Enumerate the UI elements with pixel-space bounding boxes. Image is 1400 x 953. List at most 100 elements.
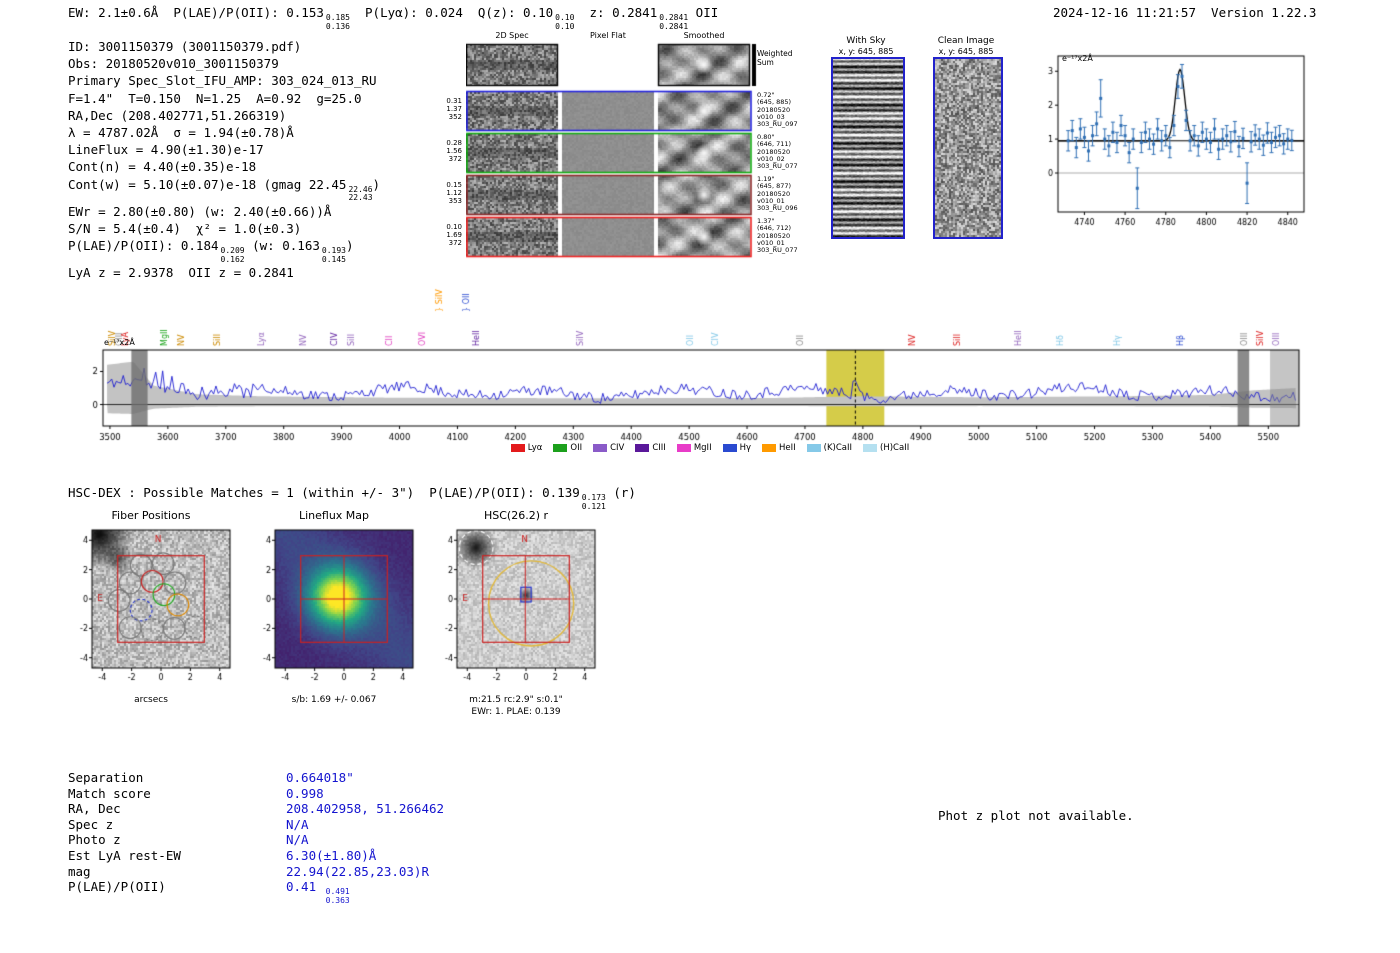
hsc-mag-caption: m:21.5 rc:2.9" s:0.1" [469,695,563,705]
text-segment: N/A [286,816,309,832]
with-sky-title: With Sky [846,36,886,46]
stacked-uncertainty: 0.209 0.162 [221,247,245,264]
spec2d-row-label: 0.10 1.69 372 [438,223,462,248]
zoom-spectrum-plot [1032,44,1314,236]
text-segment: P(Lyα): 0.024 Q(z): 0.10 [349,5,554,20]
legend-label: Hγ [739,443,751,453]
legend-item: Lyα [510,443,542,453]
match-field-label: P(LAE)/P(OII) [68,879,166,895]
text-segment: ID: 3001150379 (3001150379.pdf) [68,39,302,54]
text-segment: Primary Spec_Slot_IFU_AMP: 303_024_013_R… [68,73,377,89]
info-line: F=1.4" T=0.150 N=1.25 A=0.92 g=25.0 [68,90,380,107]
legend-swatch [863,444,878,452]
uncertainty-low: 0.2841 [659,21,689,31]
header-summary: EW: 2.1±0.6Å P(LAE)/P(OII): 0.153 0.185 0.… [68,5,718,31]
match-field-label: Photo z [68,832,121,848]
match-field-value: 0.41 0.491 0.363 [286,879,350,905]
match-table-row: Photo z N/A [68,832,444,848]
legend-item: CIII [635,443,666,453]
match-field-value: 208.402958, 51.266462 [286,801,444,817]
match-field-label: mag [68,863,91,879]
fiber-positions-plot [62,524,240,692]
spec2d-row-label-line: 1.69 [446,231,462,240]
text-segment: 6.30(±1.80)Å [286,847,377,863]
match-table-row: Est LyA rest-EW 6.30(±1.80)Å [68,848,444,864]
text-segment: 208.402958, 51.266462 [286,801,445,817]
spec2d-row-label-line: 1.12 [446,189,462,198]
lineflux-sb-caption: s/b: 1.69 +/- 0.067 [291,695,377,705]
full-flux-units-label: e⁻¹⁷x2Å [104,338,135,347]
clean-image-title: Clean Image [937,36,995,46]
match-table-row: Match score 0.998 [68,786,444,802]
hsc-r-plot [427,524,605,692]
legend-item: OII [553,443,582,453]
spec2d-row-label-line: 0.15 [446,181,462,189]
text-segment: 0.998 [286,785,324,801]
spec2d-row-label: 0.28 1.56 372 [438,139,462,164]
clean-image-coords: x, y: 645, 885 [938,47,994,56]
header-timestamp: 2024-12-16 11:21:57 Version 1.22.3 [1053,5,1317,20]
spec2d-row-note: 1.37" (646, 712) 20180520 v010_01 303_RU_077 [757,217,807,254]
spec2d-row-note: 0.80" (646, 711) 20180520 v010_02 303_RU_077 [757,133,807,170]
spec2d-row-label-line: 372 [448,155,462,164]
spec2d-col-title-2dspec: 2D Spec [495,31,529,40]
info-line: LineFlux = 4.90(±1.30)e-17 [68,141,380,158]
text-segment: EWr = 2.80(±0.80) (w: 2.40(±0.66))Å [68,203,332,219]
stacked-uncertainty: 0.185 0.136 [325,13,350,31]
legend-item: CIV [593,443,624,453]
stacked-uncertainty: 22.46 22.43 [348,185,372,203]
text-segment: P(LAE)/P(OII): 0.184 [68,238,219,254]
text-segment: ) [372,176,381,192]
uncertainty-low: 0.10 [555,21,575,31]
match-field-label: Match score [68,785,151,801]
elixer-report-page: EW: 2.1±0.6Å P(LAE)/P(OII): 0.153 0.185 0.… [0,0,1400,953]
spec2d-col-title-pixelflat: Pixel Flat [590,31,626,40]
legend-label: (K)CaII [823,443,853,453]
text-segment: Obs: 20180520v010_3001150379 [68,56,279,72]
match-field-value: 6.30(±1.80)Å [286,848,376,864]
spec2d-row-label-line: 0.31 [446,97,462,105]
legend-label: HeII [779,443,796,453]
text-segment: 22.94(22.85,23.03)R [286,863,429,879]
spec2d-row-label-line: 1.56 [446,147,462,156]
match-table-row: Spec z N/A [68,817,444,833]
spec2d-row-label: 0.15 1.12 353 [438,181,462,206]
text-segment: ) [345,238,354,254]
legend-label: MgII [693,443,712,453]
text-segment: LineFlux = 4.90(±1.30)e-17 [68,142,264,158]
spec2d-row-label-line: 0.28 [446,139,462,147]
match-field-label: Est LyA rest-EW [68,847,181,863]
match-table-row: Separation 0.664018" [68,770,444,786]
info-line: ID: 3001150379 (3001150379.pdf) [68,38,380,55]
legend-swatch [593,444,608,452]
text-segment: EW: 2.1±0.6Å P(LAE)/P(OII): 0.153 [68,5,324,20]
match-field-value: 0.998 [286,786,324,802]
match-field-value: 0.664018" [286,770,354,786]
spec2d-row-note: 0.72" (645, 885) 20180520 v010_03 303_RU_097 [757,91,807,128]
stacked-uncertainty: 0.491 0.363 [326,888,350,905]
text-segment: Cont(n) = 4.40(±0.35)e-18 [68,159,257,175]
uncertainty-low: 0.136 [325,21,350,31]
legend-label: CIII [652,443,666,453]
legend-label: OII [570,443,583,453]
text-segment: HSC-DEX : Possible Matches = 1 (within +… [68,485,580,500]
match-table-row: mag 22.94(22.85,23.03)R [68,864,444,880]
hsc-r-title: HSC(26.2) r [483,509,549,522]
text-segment: N/A [286,832,309,848]
match-field-value: N/A [286,832,309,848]
spec2d-col-title-smoothed: Smoothed [683,31,725,40]
catalog-match-table: Separation 0.664018" Match score 0.998 RA, D… [68,770,444,905]
match-field-value: N/A [286,817,309,833]
text-segment: (w: 0.163 [244,238,320,254]
with-sky-image [831,57,905,239]
legend-swatch [635,444,650,452]
fiber-positions-xlabel: arcsecs [134,695,168,705]
zoom-flux-units-label: e⁻¹⁷x2Å [1062,54,1093,63]
legend-item: MgII [676,443,712,453]
info-line: P(LAE)/P(OII): 0.184 0.209 0.162 (w: 0.163… [68,237,380,264]
uncertainty-low: 0.145 [321,254,346,264]
with-sky-coords: x, y: 645, 885 [838,47,894,56]
stacked-uncertainty: 0.2841 0.2841 [659,13,689,31]
info-line: EWr = 2.80(±0.80) (w: 2.40(±0.66))Å [68,203,380,220]
text-segment: F=1.4" T=0.150 N=1.25 A=0.92 g=25.0 [68,90,362,106]
